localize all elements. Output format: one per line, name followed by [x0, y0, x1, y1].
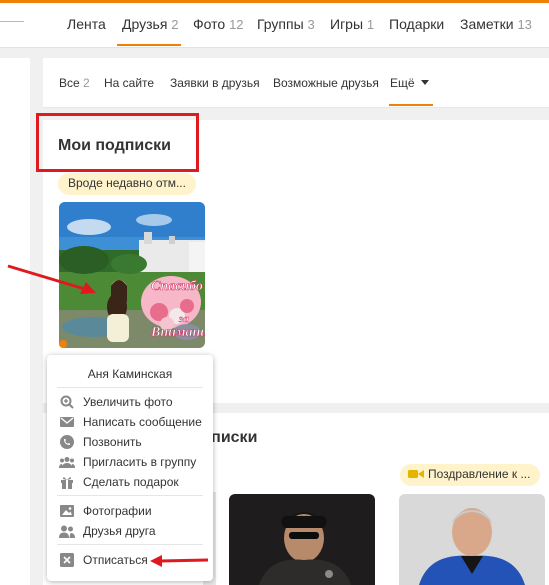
friend-thumbnail-man-cap-image: [229, 494, 375, 585]
nav-item-gifts[interactable]: Подарки: [389, 16, 444, 32]
nav-item-feed[interactable]: Лента: [67, 16, 106, 32]
nav-item-games[interactable]: Игры 1: [330, 16, 374, 32]
group-icon: [59, 454, 75, 470]
subtab-more[interactable]: Ещё: [390, 76, 429, 90]
menu-item-photos[interactable]: Фотографии: [59, 502, 152, 520]
menu-item-friends-of-friend[interactable]: Друзья друга: [59, 522, 156, 540]
menu-divider: [57, 544, 203, 545]
subtab-all[interactable]: Все 2: [59, 76, 90, 90]
nav-item-notes[interactable]: Заметки 13: [460, 16, 532, 32]
highlight-box: [36, 113, 199, 172]
status-bubble-2[interactable]: Поздравление к ...: [400, 464, 541, 486]
photo-caption-line3: Внимание: [150, 325, 205, 340]
left-column-lower: [0, 515, 30, 585]
nav-item-friends[interactable]: Друзья 2: [122, 16, 179, 32]
menu-friend-name: Аня Каминская: [87, 367, 173, 381]
photo-caption-line2: за: [178, 313, 189, 325]
friend-thumbnail-man-cap[interactable]: [229, 494, 375, 585]
video-camera-icon: [408, 470, 424, 478]
subtab-requests[interactable]: Заявки в друзья: [170, 76, 260, 90]
zoom-icon: [59, 394, 75, 410]
active-tab-indicator: [117, 44, 181, 46]
status-bubble[interactable]: Вроде недавно отм...: [58, 173, 196, 195]
online-status-dot: [59, 340, 67, 348]
envelope-icon: [59, 414, 75, 430]
photo-icon: [59, 503, 75, 519]
menu-item-invite-group[interactable]: Пригласить в группу: [59, 453, 196, 471]
gift-icon: [59, 474, 75, 490]
menu-item-write-message[interactable]: Написать сообщение: [59, 413, 202, 431]
subtab-suggestions[interactable]: Возможные друзья: [273, 76, 379, 90]
red-arrow-left-icon: [150, 555, 209, 567]
unsubscribe-icon: [59, 552, 75, 568]
phone-icon: [59, 434, 75, 450]
menu-item-call[interactable]: Позвонить: [59, 433, 142, 451]
divider: [0, 21, 24, 22]
friends-subtabs: Все 2 На сайте Заявки в друзья Возможные…: [43, 58, 549, 108]
friend-context-menu: Аня Каминская Увеличить фото Написать со…: [47, 355, 213, 581]
photo-caption-line1: Спасибо: [151, 279, 203, 294]
menu-divider: [57, 387, 203, 388]
active-subtab-indicator: [389, 104, 433, 106]
subtab-online[interactable]: На сайте: [104, 76, 154, 90]
top-navigation: Лента Друзья 2 Фото 12 Группы 3 Игры 1 П…: [0, 3, 549, 48]
friends-icon: [59, 523, 75, 539]
nav-item-groups[interactable]: Группы 3: [257, 16, 315, 32]
menu-divider: [57, 495, 203, 496]
friend-thumbnail-man-blue[interactable]: [399, 494, 545, 585]
menu-item-zoom-photo[interactable]: Увеличить фото: [59, 393, 173, 411]
caret-down-icon: [420, 80, 429, 85]
nav-item-photos[interactable]: Фото 12: [193, 16, 244, 32]
friend-thumbnail-man-blue-image: [399, 494, 545, 585]
menu-item-unsubscribe[interactable]: Отписаться: [59, 551, 148, 569]
red-arrow-icon: [7, 264, 96, 294]
menu-item-send-gift[interactable]: Сделать подарок: [59, 473, 179, 491]
